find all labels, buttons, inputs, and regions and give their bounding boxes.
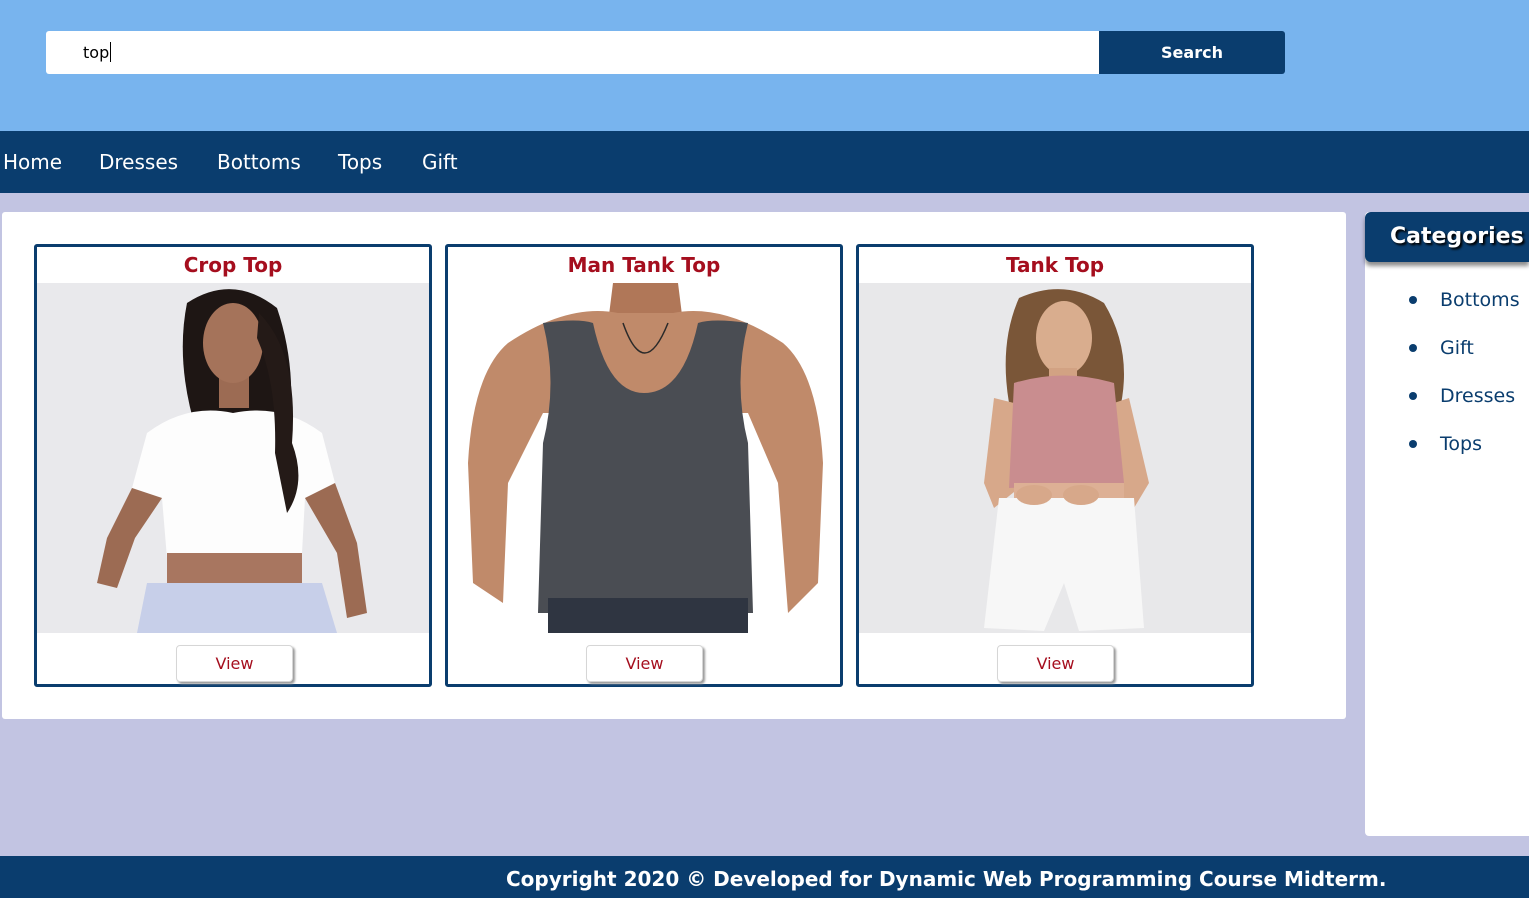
crop-top-photo: [37, 283, 429, 633]
view-button[interactable]: View: [176, 645, 293, 682]
category-label[interactable]: Gift: [1440, 333, 1474, 363]
view-button[interactable]: View: [997, 645, 1114, 682]
nav-item-gift[interactable]: Gift: [422, 131, 458, 193]
search-button[interactable]: Search: [1099, 31, 1285, 74]
footer: Copyright 2020 © Developed for Dynamic W…: [0, 856, 1529, 898]
text-caret: [110, 42, 111, 62]
search-input[interactable]: [46, 31, 1099, 74]
category-label[interactable]: Tops: [1440, 429, 1482, 459]
header-bar: Search: [0, 0, 1529, 131]
nav-item-dresses[interactable]: Dresses: [99, 131, 178, 193]
tank-top-photo: [859, 283, 1251, 633]
product-image-tank-top[interactable]: [859, 283, 1251, 633]
product-image-crop-top[interactable]: [37, 283, 429, 633]
bullet-icon: [1409, 344, 1417, 352]
product-title: Tank Top: [1005, 253, 1105, 277]
product-title: Crop Top: [183, 253, 283, 277]
main-nav: Home Dresses Bottoms Tops Gift: [0, 131, 1529, 193]
product-card-man-tank-top: Man Tank Top View: [445, 244, 843, 687]
nav-item-tops[interactable]: Tops: [338, 131, 382, 193]
view-button[interactable]: View: [586, 645, 703, 682]
bullet-icon: [1409, 440, 1417, 448]
nav-item-home[interactable]: Home: [3, 131, 62, 193]
nav-item-bottoms[interactable]: Bottoms: [217, 131, 301, 193]
bullet-icon: [1409, 392, 1417, 400]
product-title: Man Tank Top: [567, 253, 721, 277]
category-item-bottoms[interactable]: Bottoms: [1365, 285, 1529, 315]
category-label[interactable]: Dresses: [1440, 381, 1515, 411]
category-item-gift[interactable]: Gift: [1365, 333, 1529, 363]
category-item-dresses[interactable]: Dresses: [1365, 381, 1529, 411]
bullet-icon: [1409, 296, 1417, 304]
categories-title: Categories: [1365, 212, 1529, 262]
categories-sidebar: Categories Bottoms Gift Dresses Tops: [1365, 212, 1529, 836]
category-item-tops[interactable]: Tops: [1365, 429, 1529, 459]
product-card-tank-top: Tank Top View: [856, 244, 1254, 687]
category-label[interactable]: Bottoms: [1440, 285, 1520, 315]
copyright-text: Copyright 2020 © Developed for Dynamic W…: [506, 867, 1387, 891]
product-card-crop-top: Crop Top View: [34, 244, 432, 687]
product-image-man-tank-top[interactable]: [448, 283, 840, 633]
man-tank-top-photo: [448, 283, 840, 633]
